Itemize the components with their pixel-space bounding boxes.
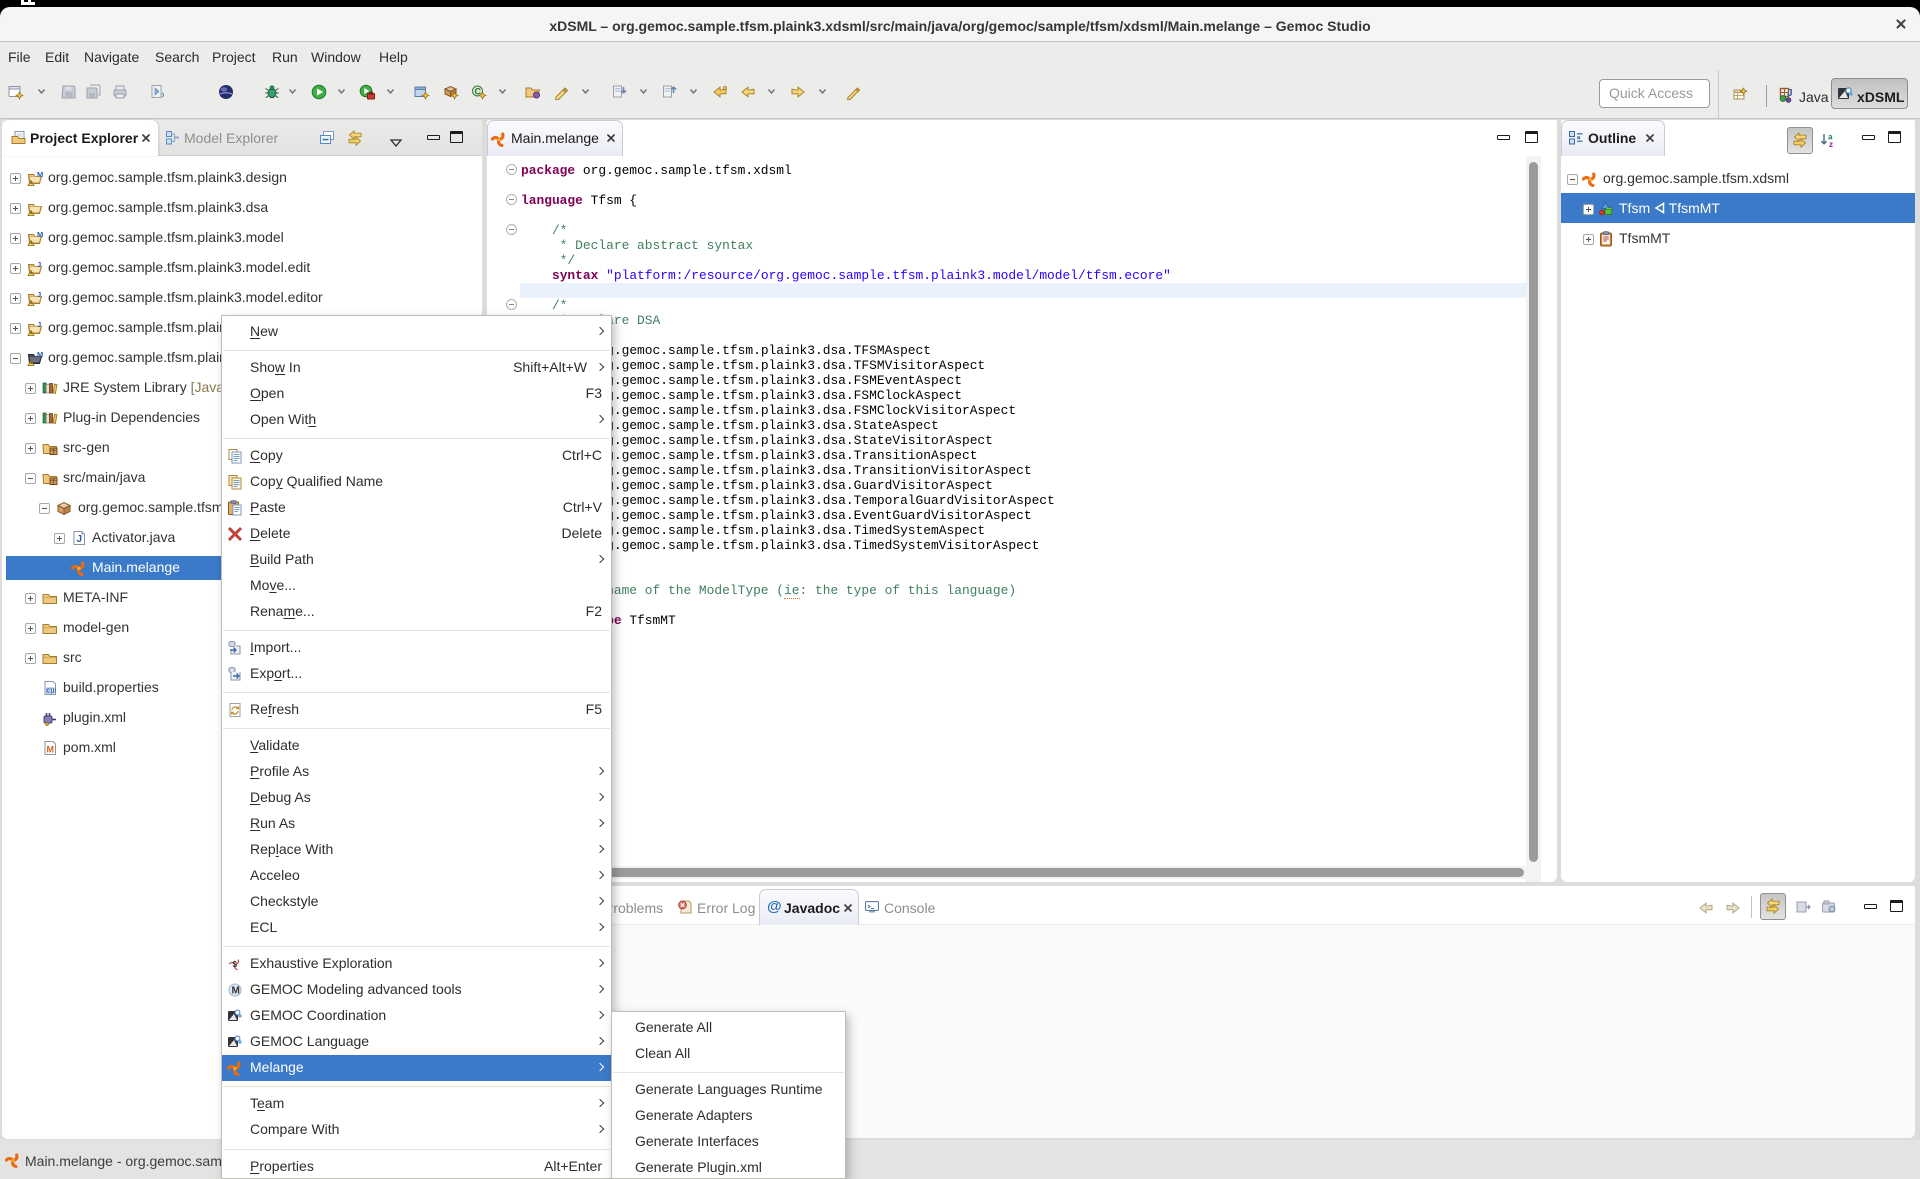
svg-text:M: M [37,350,43,359]
svg-text:J: J [37,260,41,269]
svg-text:M: M [37,230,43,239]
svg-text:J: J [77,534,83,545]
svg-text:z: z [1829,140,1833,148]
svg-text:M: M [47,745,55,755]
svg-text:M: M [37,170,43,179]
svg-text:J: J [37,320,41,329]
svg-text:$: $ [233,960,238,969]
svg-text:010: 010 [47,688,56,694]
svg-text:M: M [232,986,240,997]
svg-text:J: J [37,290,41,299]
